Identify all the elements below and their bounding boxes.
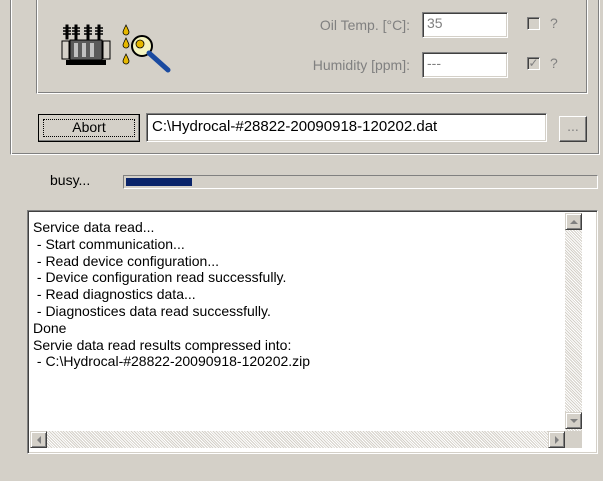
humidity-checkbox[interactable]: ✓: [527, 57, 540, 70]
humidity-help[interactable]: ?: [550, 55, 558, 71]
log-line: - Read diagnostics data...: [33, 286, 196, 303]
log-line: Service data read...: [33, 219, 155, 235]
oil-temp-label: Oil Temp. [°C]:: [319, 17, 410, 33]
browse-button[interactable]: ...: [559, 116, 587, 142]
scroll-left-button[interactable]: [30, 431, 47, 448]
oil-temp-field[interactable]: 35: [422, 12, 508, 38]
log-line: Done: [33, 319, 67, 336]
abort-button[interactable]: Abort: [38, 114, 140, 142]
scroll-down-button[interactable]: [565, 412, 582, 429]
log-line: Servie data read results compressed into…: [33, 336, 292, 353]
horizontal-scrollbar[interactable]: [30, 431, 565, 448]
arrow-right-icon: [554, 435, 559, 444]
arrow-left-icon: [36, 435, 41, 444]
progress-fill: [126, 178, 192, 186]
scroll-up-button[interactable]: [565, 213, 582, 230]
log-line: - Device configuration read successfully…: [33, 269, 287, 286]
log-line: - Diagnostices data read successfully.: [33, 302, 271, 319]
oil-temp-checkbox[interactable]: [527, 17, 540, 30]
transformer-icon: [60, 21, 112, 69]
log-line: - Start communication...: [33, 235, 185, 252]
humidity-field[interactable]: ---: [422, 52, 508, 78]
oil-magnifier-icon: [120, 24, 176, 74]
humidity-label: Humidity [ppm]:: [312, 57, 410, 73]
scrollbar-corner: [565, 431, 582, 448]
log-window[interactable]: Service data read... - Start communicati…: [27, 210, 598, 454]
log-line: - C:\Hydrocal-#28822-20090918-120202.zip: [33, 353, 311, 370]
arrow-down-icon: [569, 418, 578, 423]
progress-bar: [123, 175, 598, 189]
vertical-scrollbar[interactable]: [565, 213, 582, 433]
log-line: - Read device configuration...: [33, 252, 219, 269]
oil-temp-help[interactable]: ?: [550, 15, 558, 31]
status-label: busy...: [50, 172, 91, 188]
log-text: Service data read... - Start communicati…: [33, 219, 568, 419]
file-path-input[interactable]: C:\Hydrocal-#28822-20090918-120202.dat: [146, 113, 547, 142]
scroll-right-button[interactable]: [548, 431, 565, 448]
arrow-up-icon: [569, 219, 578, 224]
